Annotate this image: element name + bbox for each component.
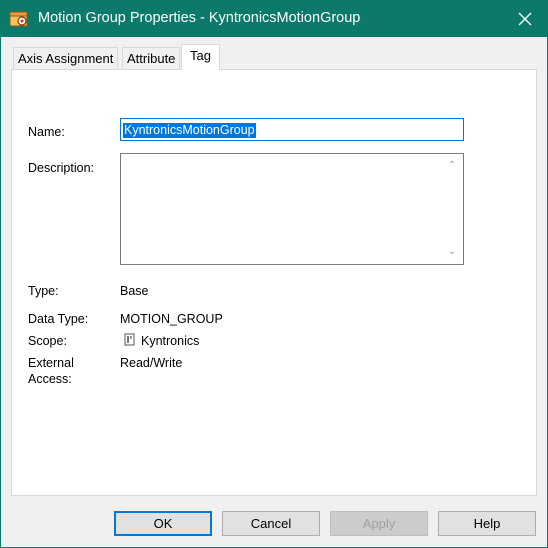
- name-field[interactable]: KyntronicsMotionGroup: [120, 118, 464, 141]
- scope-value: Kyntronics: [141, 334, 200, 348]
- description-label: Description:: [28, 161, 94, 175]
- scope-label: Scope:: [28, 334, 67, 348]
- external-access-label-line1: External: [28, 356, 74, 370]
- motion-group-icon: [9, 11, 28, 27]
- external-access-label-line2: Access:: [28, 372, 72, 386]
- description-field[interactable]: ⌃ ⌄: [120, 153, 464, 265]
- scroll-down-icon[interactable]: ⌄: [447, 247, 457, 257]
- external-access-value: Read/Write: [120, 356, 183, 370]
- name-value: KyntronicsMotionGroup: [123, 123, 256, 138]
- tag-panel: Name: KyntronicsMotionGroup Description:…: [11, 69, 537, 496]
- tab-axis-assignment[interactable]: Axis Assignment: [13, 47, 119, 69]
- ok-button[interactable]: OK: [114, 511, 212, 536]
- dialog-body: Axis Assignment Attribute Tag Name: Kynt…: [0, 37, 548, 548]
- tab-attribute[interactable]: Attribute: [122, 47, 181, 69]
- data-type-value: MOTION_GROUP: [120, 312, 223, 326]
- tab-tag[interactable]: Tag: [181, 44, 220, 70]
- help-button[interactable]: Help: [438, 511, 536, 536]
- controller-icon: [124, 333, 135, 346]
- cancel-button[interactable]: Cancel: [222, 511, 320, 536]
- type-label: Type:: [28, 284, 59, 298]
- close-icon: [518, 12, 532, 25]
- apply-button[interactable]: Apply: [330, 511, 428, 536]
- name-label: Name:: [28, 125, 65, 139]
- close-button[interactable]: [502, 0, 548, 37]
- title-bar: Motion Group Properties - KyntronicsMoti…: [0, 0, 548, 37]
- scroll-up-icon[interactable]: ⌃: [447, 161, 457, 171]
- data-type-label: Data Type:: [28, 312, 89, 326]
- window-title: Motion Group Properties - KyntronicsMoti…: [38, 10, 361, 26]
- type-value: Base: [120, 284, 149, 298]
